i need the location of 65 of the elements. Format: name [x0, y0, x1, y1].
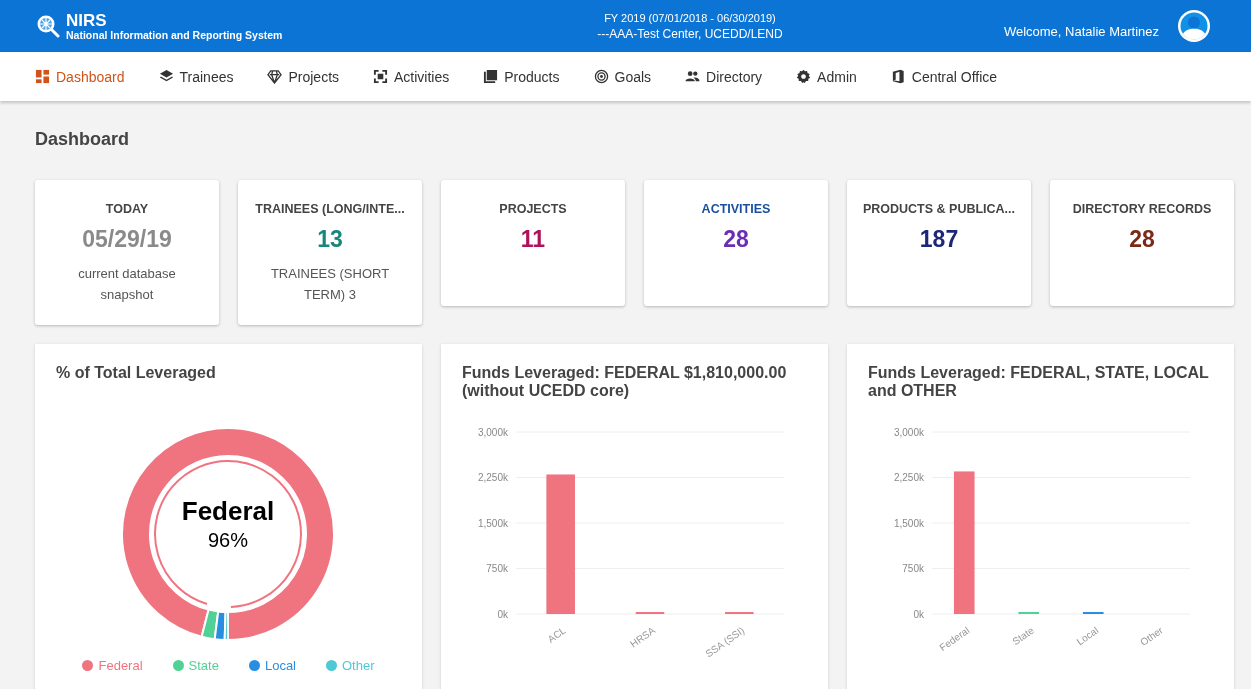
stat-value: 28 — [1129, 226, 1155, 253]
fiscal-year: FY 2019 (07/01/2018 - 06/30/2019) — [604, 11, 776, 24]
axis-tick-label: 750k — [486, 563, 508, 574]
page-title: Dashboard — [35, 129, 131, 150]
people-icon — [685, 69, 701, 84]
nav-tab[interactable]: Projects — [267, 68, 340, 85]
nav-tab[interactable]: Directory — [685, 68, 763, 85]
stat-label: PRODUCTS & PUBLICA... — [862, 202, 1016, 216]
stat-card[interactable]: TODAY 05/29/19 current database snapshot — [35, 180, 219, 325]
dashboard-icon — [35, 69, 50, 84]
office-icon — [890, 69, 906, 84]
stat-card[interactable]: TRAINEES (LONG/INTE... 13 TRAINEES (SHORT TERM) 3 — [238, 180, 422, 325]
welcome-text: Welcome, Natalie Martinez — [1003, 23, 1159, 39]
frame-icon — [373, 69, 389, 84]
stat-value: 05/29/19 — [82, 226, 172, 253]
stat-card[interactable]: PROJECTS 11 — [441, 180, 625, 306]
nav-tab[interactable]: Products — [483, 68, 560, 85]
target-icon — [593, 69, 609, 84]
stat-label: TODAY — [105, 202, 149, 216]
stat-value: 28 — [723, 226, 749, 253]
stat-label: DIRECTORY RECORDS — [1072, 202, 1212, 216]
donut-center-value: 96% — [208, 529, 248, 552]
axis-category-label: ACL — [545, 624, 568, 645]
chart-title: % of Total Leveraged — [56, 364, 217, 382]
avatar-icon[interactable] — [1177, 9, 1211, 43]
nav-tab[interactable]: Admin — [796, 68, 857, 85]
axis-tick-label: 2,250k — [477, 472, 508, 483]
nav-tab[interactable]: Trainees — [158, 68, 234, 85]
stat-value: 13 — [317, 226, 343, 253]
axis-tick-label: 0k — [497, 608, 508, 620]
axis-category-label: Other — [1138, 624, 1165, 648]
app-subtitle: National Information and Reporting System — [66, 28, 283, 41]
nav-tab[interactable]: Goals — [593, 68, 652, 85]
axis-tick-label: 2,250k — [893, 472, 924, 483]
diamond-icon — [267, 69, 283, 84]
logo-icon — [36, 14, 60, 38]
stat-card[interactable]: ACTIVITIES 28 — [644, 180, 828, 306]
stat-label: PROJECTS — [499, 202, 567, 216]
axis-category-label: State — [1010, 624, 1036, 648]
stat-label: ACTIVITIES — [701, 202, 771, 216]
app-name: NIRS — [66, 11, 108, 29]
stat-value: 11 — [520, 226, 546, 253]
chart-title: Funds Leveraged: FEDERAL $1,810,000.00 (without UCEDD core) — [462, 364, 788, 400]
nav-tab[interactable]: Dashboard — [35, 68, 125, 85]
axis-tick-label: 3,000k — [477, 426, 508, 438]
nav-tab[interactable]: Central Office — [890, 68, 998, 85]
axis-tick-label: 0k — [913, 608, 924, 620]
layers-icon — [158, 69, 174, 84]
stat-label: TRAINEES (LONG/INTE... — [255, 202, 405, 216]
stat-card[interactable]: DIRECTORY RECORDS 28 — [1050, 180, 1234, 306]
axis-tick-label: 1,500k — [477, 517, 508, 529]
axis-tick-label: 3,000k — [893, 426, 924, 438]
axis-tick-label: 1,500k — [893, 517, 924, 529]
gear-icon — [796, 69, 812, 84]
stat-note: current database snapshot — [77, 265, 177, 304]
books-icon — [483, 69, 499, 84]
nav-tab[interactable]: Activities — [373, 68, 450, 85]
stat-note: TRAINEES (SHORT TERM) 3 — [269, 265, 391, 304]
center-name: ---AAA-Test Center, UCEDD/LEND — [597, 26, 783, 41]
chart-title: Funds Leveraged: FEDERAL, STATE, LOCAL and OTHER — [868, 364, 1210, 400]
axis-tick-label: 750k — [902, 563, 924, 574]
stat-card[interactable]: PRODUCTS & PUBLICA... 187 — [847, 180, 1031, 306]
donut-center-label: Federal — [181, 496, 275, 527]
legend-label[interactable]: Local — [264, 658, 296, 673]
stat-value: 187 — [919, 226, 959, 253]
